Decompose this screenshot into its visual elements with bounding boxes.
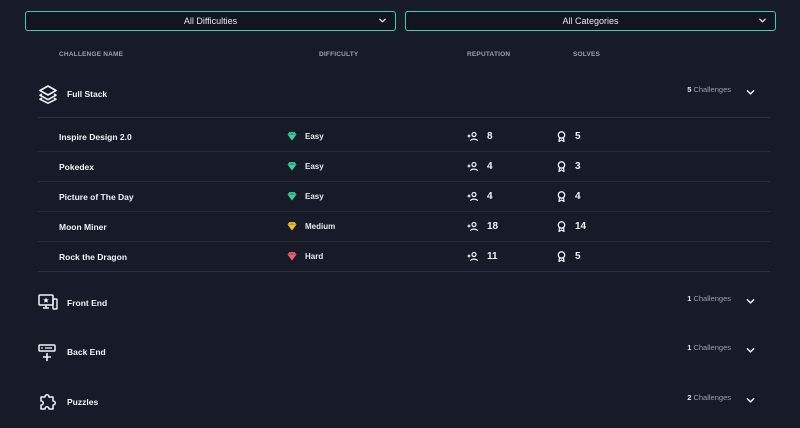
difficulty-label: Hard <box>305 252 324 261</box>
difficulty-label: Easy <box>305 132 324 141</box>
challenge-name: Moon Miner <box>59 222 107 232</box>
server-add-icon <box>38 344 56 361</box>
reputation-value: 18 <box>487 221 499 232</box>
challenge-row[interactable]: Inspire Design 2.0 Easy 8 5 <box>38 122 770 152</box>
chevron-down-icon[interactable] <box>746 88 755 97</box>
solves-value: 4 <box>575 191 581 202</box>
chevron-down-icon <box>759 18 766 23</box>
chevron-down-icon <box>379 18 386 23</box>
challenge-row[interactable]: Picture of The Day Easy 4 4 <box>38 182 770 212</box>
solves-value: 5 <box>575 251 581 262</box>
column-header-name: CHALLENGE NAME <box>59 51 124 58</box>
reputation-value: 4 <box>487 191 493 202</box>
category-name: Full Stack <box>67 89 108 99</box>
category-count: 5 Challenges <box>687 85 731 94</box>
category-divider <box>38 117 770 118</box>
category-name: Puzzles <box>67 397 99 407</box>
challenge-row[interactable]: Pokedex Easy 4 3 <box>38 152 770 182</box>
difficulty-label: Easy <box>305 192 324 201</box>
category-count: 2 Challenges <box>687 393 731 402</box>
difficulty-label: Medium <box>305 222 336 231</box>
category-name: Front End <box>67 298 108 308</box>
category-select-value: All Categories <box>562 16 619 26</box>
solves-value: 5 <box>575 131 581 142</box>
solves-icon <box>557 161 566 172</box>
filter-bar: All Difficulties All Categories <box>25 11 776 31</box>
chevron-down-icon[interactable] <box>746 346 755 355</box>
category-count: 1 Challenges <box>687 343 731 352</box>
reputation-icon <box>467 221 479 232</box>
gem-easy-icon <box>287 131 297 141</box>
difficulty-label: Easy <box>305 162 324 171</box>
reputation-icon <box>467 251 479 262</box>
chevron-down-icon[interactable] <box>746 396 755 405</box>
challenge-row[interactable]: Moon Miner Medium 18 14 <box>38 212 770 242</box>
column-header-difficulty: DIFFICULTY <box>319 51 359 58</box>
gem-medium-icon <box>287 221 297 231</box>
reputation-value: 8 <box>487 131 493 142</box>
monitor-star-icon <box>38 294 58 310</box>
challenge-name: Pokedex <box>59 162 94 172</box>
category-count: 1 Challenges <box>687 294 731 303</box>
reputation-icon <box>467 191 479 202</box>
chevron-down-icon[interactable] <box>746 297 755 306</box>
category-row-back-end[interactable]: Back End 1 Challenges <box>38 338 770 368</box>
layers-icon <box>39 85 57 104</box>
column-header-reputation: REPUTATION <box>467 51 511 58</box>
challenge-name: Inspire Design 2.0 <box>59 132 132 142</box>
solves-icon <box>557 221 566 232</box>
category-name: Back End <box>67 347 106 357</box>
solves-value: 3 <box>575 161 581 172</box>
category-select[interactable]: All Categories <box>405 11 776 31</box>
solves-value: 14 <box>575 221 587 232</box>
gem-easy-icon <box>287 191 297 201</box>
reputation-value: 4 <box>487 161 493 172</box>
category-row-full-stack[interactable]: Full Stack 5 Challenges <box>38 80 770 110</box>
reputation-icon <box>467 131 479 142</box>
reputation-value: 11 <box>487 251 498 262</box>
gem-easy-icon <box>287 161 297 171</box>
gem-hard-icon <box>287 251 297 261</box>
category-row-front-end[interactable]: Front End 1 Challenges <box>38 289 770 319</box>
difficulty-select-value: All Difficulties <box>183 16 238 26</box>
solves-icon <box>557 131 566 142</box>
challenge-name: Rock the Dragon <box>59 252 128 262</box>
difficulty-select[interactable]: All Difficulties <box>25 11 396 31</box>
column-header-solves: SOLVES <box>573 51 601 58</box>
reputation-icon <box>467 161 479 172</box>
solves-icon <box>557 251 566 262</box>
challenge-name: Picture of The Day <box>59 192 134 202</box>
solves-icon <box>557 191 566 202</box>
puzzle-icon <box>40 394 56 410</box>
challenge-row[interactable]: Rock the Dragon Hard 11 5 <box>38 242 770 272</box>
category-row-puzzles[interactable]: Puzzles 2 Challenges <box>38 388 770 418</box>
